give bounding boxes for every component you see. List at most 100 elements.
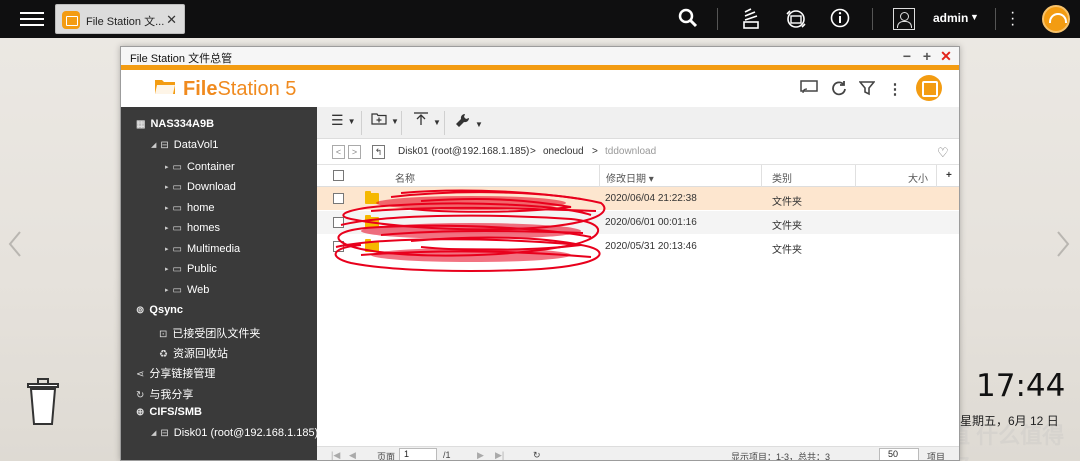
column-size[interactable]: 大小 bbox=[908, 170, 928, 185]
tree-cifs[interactable]: ⊕ CIFS/SMB bbox=[136, 406, 202, 418]
tree-cifs-disk[interactable]: ◢ ⊟ Disk01 (root@192.168.1.185) bbox=[151, 427, 317, 439]
add-column-button[interactable]: + bbox=[946, 170, 952, 181]
parent-folder-button[interactable]: ↰ bbox=[372, 145, 385, 159]
collapse-caret-icon[interactable]: ▸ bbox=[165, 224, 169, 232]
collapse-caret-icon[interactable]: ▸ bbox=[165, 265, 169, 273]
tree-shared-with-me[interactable]: ↻ 与我分享 bbox=[136, 386, 193, 402]
back-button[interactable]: < bbox=[332, 145, 345, 159]
forward-button[interactable]: > bbox=[348, 145, 361, 159]
breadcrumb: < > ↰ Disk01 (root@192.168.1.185) > onec… bbox=[317, 139, 959, 165]
refresh-list-icon[interactable]: ↻ bbox=[533, 450, 541, 460]
tree-folder[interactable]: ▸ ▭ Public bbox=[165, 263, 217, 275]
taskbar-divider bbox=[995, 8, 996, 30]
table-row[interactable]: 2020/06/01 00:01:16 文件夹 bbox=[317, 211, 959, 234]
expand-caret-icon[interactable]: ◢ bbox=[151, 141, 156, 149]
column-name[interactable]: 名称 bbox=[395, 170, 415, 185]
table-row[interactable]: 2020/05/31 20:13:46 文件夹 bbox=[317, 235, 959, 258]
taskbar-divider bbox=[717, 8, 718, 30]
disk-icon: ⊟ bbox=[160, 428, 169, 439]
disk-icon: ⊟ bbox=[160, 140, 169, 151]
row-checkbox[interactable] bbox=[333, 241, 344, 252]
background-tasks-icon[interactable] bbox=[740, 8, 762, 30]
collapse-caret-icon[interactable]: ▸ bbox=[165, 204, 169, 212]
filter-icon[interactable] bbox=[857, 80, 877, 100]
collapse-caret-icon[interactable]: ▸ bbox=[165, 245, 169, 253]
cast-to-screen-icon[interactable] bbox=[799, 80, 819, 100]
maximize-icon[interactable]: + bbox=[920, 48, 934, 64]
view-mode-button[interactable]: ☰ ▼ bbox=[331, 112, 355, 134]
tools-button[interactable]: ▼ bbox=[455, 112, 483, 134]
qsync-icon: ⊚ bbox=[136, 305, 145, 316]
user-menu-caret-icon[interactable]: ▼ bbox=[970, 12, 979, 22]
share-icon: ⋖ bbox=[136, 369, 145, 380]
dashboard-gauge-icon[interactable] bbox=[1042, 5, 1070, 33]
row-checkbox[interactable] bbox=[333, 217, 344, 228]
tree-qsync[interactable]: ⊚ Qsync bbox=[136, 304, 183, 316]
tree-share-link[interactable]: ⋖ 分享链接管理 bbox=[136, 365, 215, 381]
column-type[interactable]: 类别 bbox=[772, 170, 792, 185]
breadcrumb-disk[interactable]: Disk01 (root@192.168.1.185) bbox=[398, 146, 529, 157]
tree-folder[interactable]: ▸ ▭ Multimedia bbox=[165, 243, 240, 255]
user-avatar-icon[interactable] bbox=[893, 8, 915, 30]
app-title: FileStation 5 bbox=[183, 78, 297, 100]
row-type: 文件夹 bbox=[772, 245, 802, 256]
window-titlebar[interactable]: File Station 文件总管 − + ✕ bbox=[121, 47, 959, 65]
breadcrumb-onecloud[interactable]: onecloud bbox=[543, 146, 584, 157]
create-folder-button[interactable]: ▼ bbox=[371, 112, 399, 134]
prev-page-icon[interactable]: ◀ bbox=[349, 450, 356, 460]
row-checkbox[interactable] bbox=[333, 193, 344, 204]
column-modified[interactable]: 修改日期 ▾ bbox=[606, 170, 654, 185]
tree-folder[interactable]: ▸ ▭ home bbox=[165, 202, 215, 214]
tree-folder[interactable]: ▸ ▭ Container bbox=[165, 161, 235, 173]
select-all-checkbox[interactable] bbox=[333, 170, 344, 181]
tree-qsync-item[interactable]: ⊡ 已接受团队文件夹 bbox=[159, 325, 260, 341]
upload-button[interactable]: ▼ bbox=[413, 112, 441, 134]
folder-icon: ▭ bbox=[172, 223, 182, 234]
items-per-page-select[interactable]: 50 bbox=[879, 448, 919, 460]
minimize-icon[interactable]: − bbox=[900, 48, 914, 64]
sync-status-icon[interactable] bbox=[785, 8, 807, 30]
first-page-icon[interactable]: |◀ bbox=[331, 450, 340, 460]
taskbar-divider bbox=[872, 8, 873, 30]
folder-tree-sidebar: ▦ NAS334A9B ◢ ⊟ DataVol1 ▸ ▭ Container ▸ ▭ Down… bbox=[121, 107, 317, 460]
row-modified: 2020/05/31 20:13:46 bbox=[605, 241, 697, 252]
refresh-icon[interactable] bbox=[829, 80, 849, 100]
page-label: 页面 bbox=[377, 452, 396, 461]
app-settings-icon[interactable] bbox=[916, 75, 942, 101]
tree-root-nas[interactable]: ▦ NAS334A9B bbox=[136, 118, 214, 130]
sort-desc-icon: ▾ bbox=[648, 174, 654, 185]
table-row[interactable]: 2020/06/04 21:22:38 文件夹 bbox=[317, 187, 959, 210]
previous-desktop-arrow-icon[interactable] bbox=[8, 230, 22, 258]
collapse-caret-icon[interactable]: ▸ bbox=[165, 183, 169, 191]
tree-folder[interactable]: ▸ ▭ Download bbox=[165, 181, 236, 193]
tree-volume[interactable]: ◢ ⊟ DataVol1 bbox=[151, 139, 218, 151]
wrench-icon bbox=[456, 113, 470, 127]
next-page-icon[interactable]: ▶ bbox=[477, 450, 484, 460]
info-icon[interactable] bbox=[829, 8, 851, 30]
column-divider bbox=[936, 165, 937, 187]
close-window-icon[interactable]: ✕ bbox=[939, 48, 953, 65]
collapse-caret-icon[interactable]: ▸ bbox=[165, 286, 169, 294]
expand-caret-icon[interactable]: ◢ bbox=[151, 429, 156, 437]
trash-icon[interactable] bbox=[26, 378, 60, 426]
last-page-icon[interactable]: ▶| bbox=[495, 450, 504, 460]
collapse-caret-icon[interactable]: ▸ bbox=[165, 163, 169, 171]
team-folder-icon: ⊡ bbox=[159, 329, 168, 340]
breadcrumb-current: tddownload bbox=[605, 146, 657, 157]
main-menu-icon[interactable] bbox=[20, 9, 44, 29]
favorite-heart-icon[interactable]: ♡ bbox=[937, 145, 949, 161]
tree-folder[interactable]: ▸ ▭ homes bbox=[165, 222, 220, 234]
tree-qsync-item[interactable]: ♻ 资源回收站 bbox=[159, 345, 228, 361]
file-station-taskbar-tab[interactable]: File Station 文... ✕ bbox=[55, 4, 185, 34]
tab-close-icon[interactable]: ✕ bbox=[166, 12, 177, 28]
more-options-icon[interactable]: · · · bbox=[1010, 5, 1016, 33]
app-header: FileStation 5 ⋮ bbox=[121, 70, 959, 107]
next-desktop-arrow-icon[interactable] bbox=[1056, 230, 1070, 258]
user-name[interactable]: admin bbox=[933, 11, 968, 25]
column-divider bbox=[855, 165, 856, 187]
more-menu-icon[interactable]: ⋮ bbox=[885, 80, 905, 100]
column-divider bbox=[761, 165, 762, 187]
search-icon[interactable] bbox=[677, 8, 699, 30]
tree-folder[interactable]: ▸ ▭ Web bbox=[165, 284, 209, 296]
page-number-input[interactable]: 1 bbox=[399, 448, 437, 460]
